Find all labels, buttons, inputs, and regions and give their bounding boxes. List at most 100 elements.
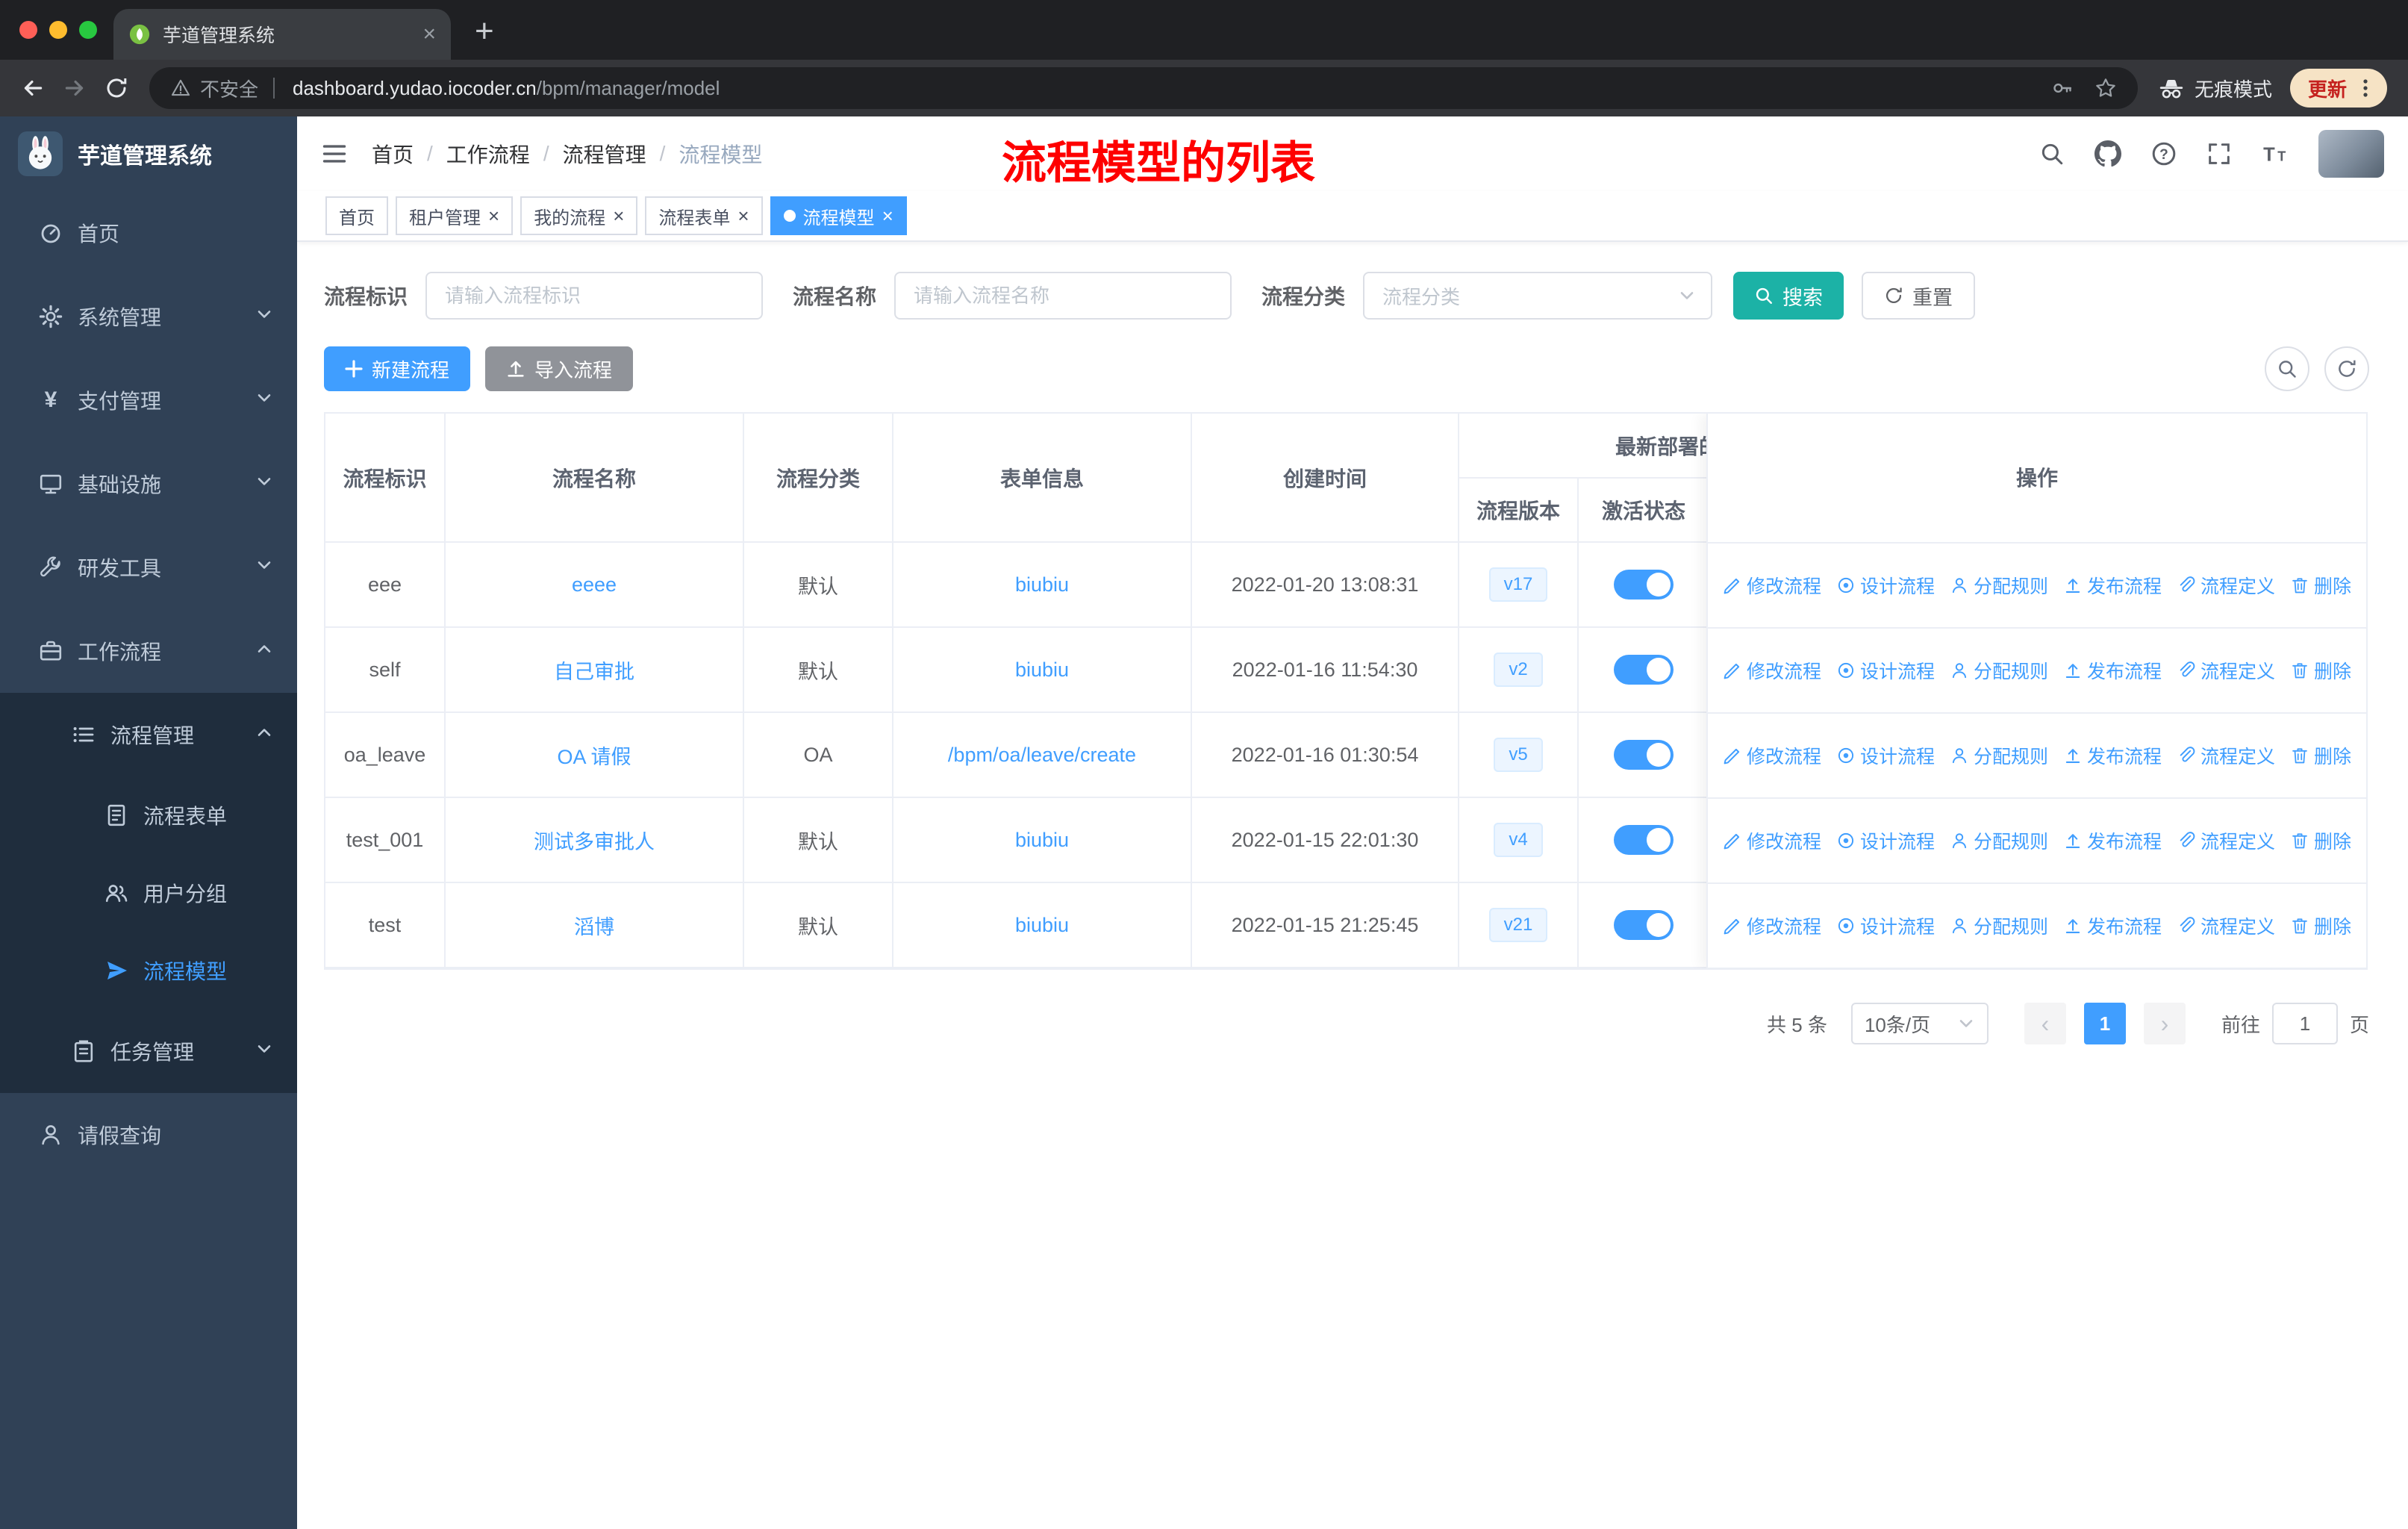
current-page[interactable]: 1 [2083,1003,2126,1044]
form-info-link[interactable]: biubiu [1015,829,1069,851]
sidebar-item-process-manage[interactable]: 流程管理 [0,693,297,776]
app-logo[interactable]: 芋道管理系统 [0,116,297,191]
action-design-process[interactable]: 设计流程 [1836,657,1935,684]
key-icon[interactable] [2051,77,2074,99]
close-icon[interactable]: × [737,206,749,225]
action-delete[interactable]: 删除 [2290,912,2351,939]
breadcrumb-item[interactable]: 工作流程 [446,139,530,169]
minimize-window-button[interactable] [49,21,67,39]
sidebar-item-dev-tools[interactable]: 研发工具 [0,526,297,609]
browser-tab[interactable]: 芋道管理系统 × [113,9,451,60]
action-design-process[interactable]: 设计流程 [1836,572,1935,599]
sidebar-item-home[interactable]: 首页 [0,191,297,275]
action-delete[interactable]: 删除 [2290,827,2351,854]
action-process-definition[interactable]: 流程定义 [2177,742,2275,769]
page-size-select[interactable]: 10条/页 [1850,1003,1989,1044]
address-bar[interactable]: 不安全 dashboard.yudao.iocoder.cn /bpm/mana… [149,67,2138,109]
import-process-button[interactable]: 导入流程 [485,346,634,391]
process-name-link[interactable]: 测试多审批人 [534,831,655,853]
process-key-input[interactable] [425,272,764,320]
process-name-link[interactable]: 滔博 [574,916,614,938]
action-assign-rules[interactable]: 分配规则 [1950,912,2048,939]
create-process-button[interactable]: 新建流程 [324,346,471,391]
font-size-icon[interactable]: TT [2262,141,2289,166]
action-assign-rules[interactable]: 分配规则 [1950,657,2048,684]
sidebar-item-system-manage[interactable]: 系统管理 [0,275,297,358]
action-publish-process[interactable]: 发布流程 [2063,912,2162,939]
close-icon[interactable]: × [488,206,499,225]
sidebar-item-payment-manage[interactable]: ¥ 支付管理 [0,358,297,442]
process-name-link[interactable]: 自己审批 [554,661,634,683]
process-name-link[interactable]: OA 请假 [557,746,631,768]
breadcrumb-item[interactable]: 首页 [372,139,414,169]
close-icon[interactable]: × [882,206,893,225]
action-delete[interactable]: 删除 [2290,572,2351,599]
action-modify-process[interactable]: 修改流程 [1723,572,1821,599]
sidebar-item-process-form[interactable]: 流程表单 [0,776,297,854]
sidebar-item-user-group[interactable]: 用户分组 [0,854,297,932]
sidebar-item-leave-query[interactable]: 请假查询 [0,1093,297,1177]
action-delete[interactable]: 删除 [2290,742,2351,769]
prev-page-button[interactable]: ‹ [2024,1003,2066,1044]
form-info-link[interactable]: biubiu [1015,573,1069,596]
active-toggle[interactable] [1614,655,1674,685]
action-process-definition[interactable]: 流程定义 [2177,827,2275,854]
action-publish-process[interactable]: 发布流程 [2063,657,2162,684]
question-icon[interactable]: ? [2151,141,2177,166]
form-info-link[interactable]: /bpm/oa/leave/create [948,744,1136,766]
close-icon[interactable]: × [613,206,624,225]
bookmark-star-icon[interactable] [2094,77,2117,99]
zoom-window-button[interactable] [79,21,97,39]
action-process-definition[interactable]: 流程定义 [2177,572,2275,599]
sidebar-item-workflow[interactable]: 工作流程 [0,609,297,693]
action-assign-rules[interactable]: 分配规则 [1950,572,2048,599]
sidebar-item-task-manage[interactable]: 任务管理 [0,1009,297,1093]
active-toggle[interactable] [1614,910,1674,940]
new-tab-button[interactable]: + [475,15,494,48]
action-modify-process[interactable]: 修改流程 [1723,827,1821,854]
action-modify-process[interactable]: 修改流程 [1723,912,1821,939]
next-page-button[interactable]: › [2143,1003,2186,1044]
action-publish-process[interactable]: 发布流程 [2063,572,2162,599]
menu-kebab-icon[interactable] [2354,77,2377,99]
category-select[interactable]: 流程分类 [1363,272,1713,320]
process-name-input[interactable] [894,272,1232,320]
action-design-process[interactable]: 设计流程 [1836,827,1935,854]
refresh-table-button[interactable] [2324,346,2369,391]
action-delete[interactable]: 删除 [2290,657,2351,684]
view-tag-3[interactable]: 流程表单 × [645,196,763,235]
form-info-link[interactable]: biubiu [1015,914,1069,936]
close-window-button[interactable] [19,21,37,39]
fullscreen-icon[interactable] [2206,141,2232,166]
hamburger-icon[interactable] [321,140,348,167]
action-design-process[interactable]: 设计流程 [1836,742,1935,769]
action-process-definition[interactable]: 流程定义 [2177,657,2275,684]
active-toggle[interactable] [1614,740,1674,770]
process-name-link[interactable]: eeee [572,573,617,596]
reset-button[interactable]: 重置 [1862,272,1976,320]
action-assign-rules[interactable]: 分配规则 [1950,742,2048,769]
action-modify-process[interactable]: 修改流程 [1723,657,1821,684]
goto-page-input[interactable] [2271,1003,2338,1044]
action-publish-process[interactable]: 发布流程 [2063,827,2162,854]
avatar[interactable] [2318,130,2384,178]
toggle-search-button[interactable] [2265,346,2309,391]
view-tag-1[interactable]: 租户管理 × [396,196,514,235]
active-toggle[interactable] [1614,570,1674,600]
reload-button[interactable] [96,67,137,109]
sidebar-item-process-model[interactable]: 流程模型 [0,932,297,1009]
active-toggle[interactable] [1614,825,1674,855]
action-assign-rules[interactable]: 分配规则 [1950,827,2048,854]
browser-update-button[interactable]: 更新 [2289,69,2387,108]
action-publish-process[interactable]: 发布流程 [2063,742,2162,769]
github-icon[interactable] [2094,140,2121,167]
forward-button[interactable] [54,67,96,109]
action-process-definition[interactable]: 流程定义 [2177,912,2275,939]
search-icon[interactable] [2039,141,2065,166]
back-button[interactable] [12,67,54,109]
search-button[interactable]: 搜索 [1733,272,1844,320]
action-design-process[interactable]: 设计流程 [1836,912,1935,939]
view-tag-2[interactable]: 我的流程 × [520,196,638,235]
breadcrumb-item[interactable]: 流程管理 [563,139,646,169]
view-tag-0[interactable]: 首页 [325,196,388,235]
